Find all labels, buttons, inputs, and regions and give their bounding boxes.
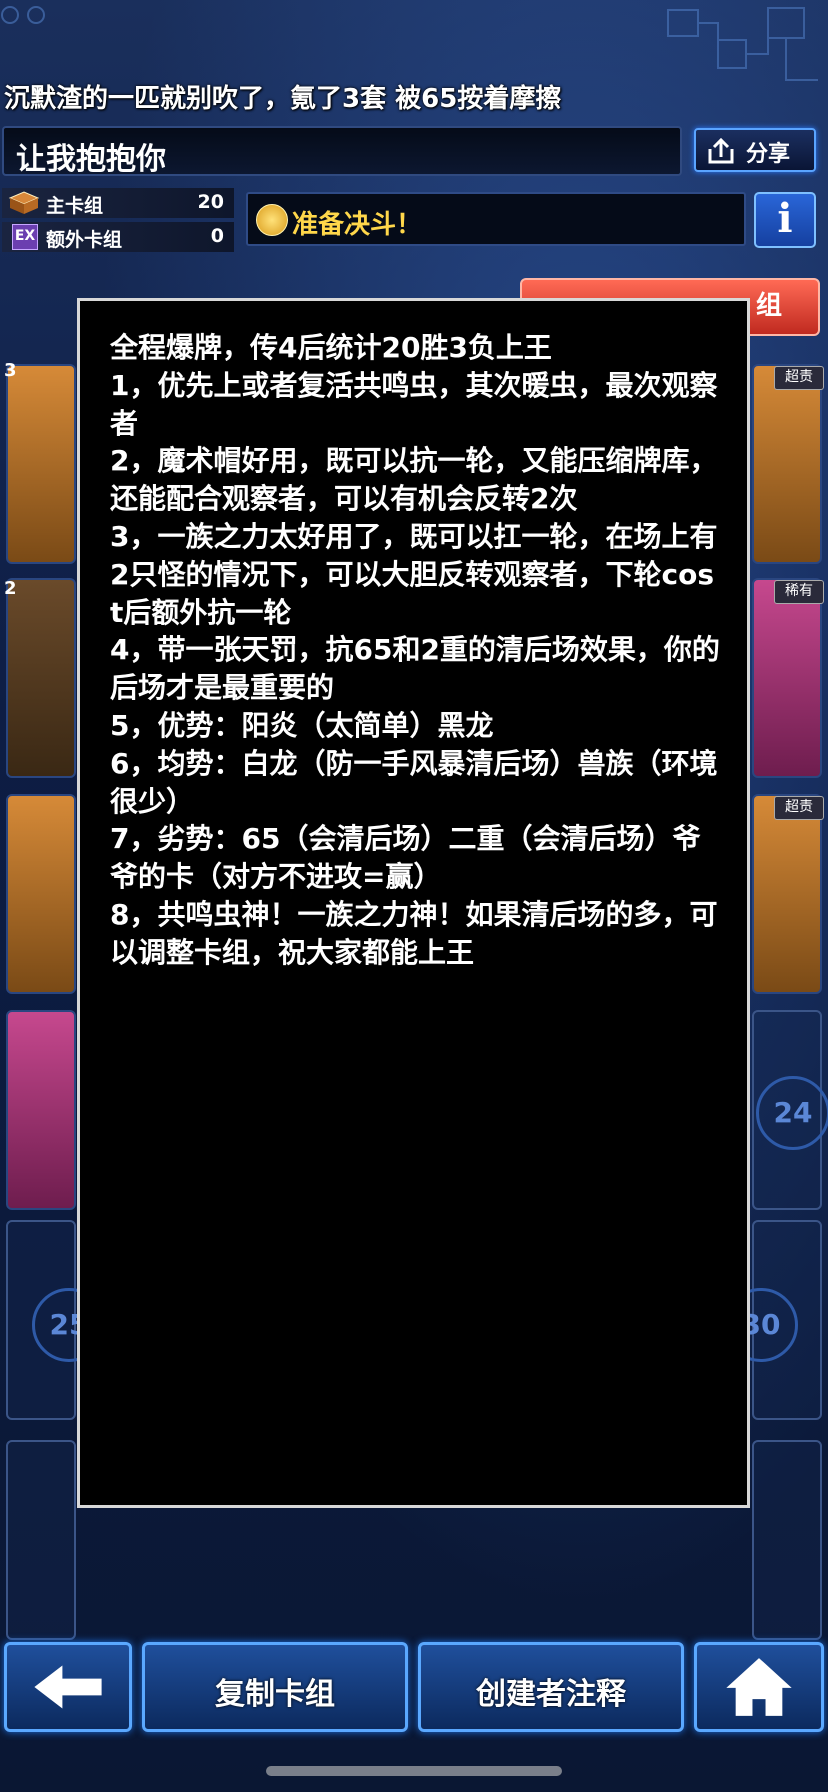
deck-counts-panel: 主卡组 20 EX 额外卡组 0 (2, 188, 234, 254)
card-slot[interactable] (6, 794, 76, 994)
note-line: 8，共鸣虫神！一族之力神！如果清后场的多，可以调整卡组，祝大家都能上王 (110, 897, 718, 969)
note-line: 全程爆牌，传4后统计20胜3负上王 (110, 331, 552, 364)
level-star-badge: 3 (4, 360, 17, 381)
note-line: 4，带一张天罚，抗65和2重的清后场效果，你的后场才是最重要的 (110, 633, 720, 705)
duel-star-icon (256, 204, 288, 236)
note-line: 1，优先上或者复活共鸣虫，其次暖虫，最次观察者 (110, 368, 718, 440)
creator-notes-label: 创建者注释 (476, 1677, 626, 1712)
card-slot[interactable] (6, 1010, 76, 1210)
empty-card-slot[interactable] (6, 1440, 76, 1640)
back-arrow-icon (34, 1665, 102, 1709)
share-label: 分享 (746, 142, 791, 167)
card-slot[interactable] (752, 794, 822, 994)
extra-deck-icon: EX (12, 224, 38, 250)
main-deck-count: 20 (197, 191, 224, 213)
ready-duel-label: 准备决斗！ (292, 210, 423, 240)
home-button[interactable] (694, 1642, 824, 1732)
copy-deck-button[interactable]: 复制卡组 (142, 1642, 408, 1732)
deck-title: 让我抱抱你 (16, 142, 166, 177)
empty-card-slot[interactable] (752, 1440, 822, 1640)
main-deck-row: 主卡组 20 (2, 188, 234, 218)
main-deck-icon (8, 191, 40, 214)
level-star-badge: 2 (4, 578, 17, 599)
deck-title-bar: 让我抱抱你 (2, 126, 682, 177)
rarity-tag: 超责 (774, 366, 824, 390)
card-slot[interactable] (6, 364, 76, 564)
creator-note-text: 全程爆牌，传4后统计20胜3负上王 1，优先上或者复活共鸣虫，其次暖虫，最次观察… (110, 329, 720, 972)
circuit-decoration (667, 7, 818, 81)
back-button[interactable] (4, 1642, 132, 1732)
deck-subtitle: 沉默渣的一匹就别吹了，氪了3套 被65按着摩擦 (4, 84, 562, 114)
rarity-tag: 稀有 (774, 580, 824, 604)
note-line: 6，均势：白龙（防一手风暴清后场）兽族（环境很少） (110, 746, 718, 818)
ready-duel-bar[interactable]: 准备决斗！ (246, 192, 746, 246)
creator-note-dialog: 全程爆牌，传4后统计20胜3负上王 1，优先上或者复活共鸣虫，其次暖虫，最次观察… (77, 298, 750, 1508)
note-line: 2，魔术帽好用，既可以抗一轮，又能压缩牌库，还能配合观察者，可以有机会反转2次 (110, 444, 718, 516)
corner-decoration (1, 6, 45, 24)
share-icon (708, 137, 734, 164)
extra-deck-label: 额外卡组 (46, 229, 123, 251)
main-deck-label: 主卡组 (46, 195, 104, 217)
share-button[interactable]: 分享 (694, 128, 816, 172)
info-button[interactable]: i (754, 192, 816, 248)
card-slot[interactable] (752, 578, 822, 778)
card-slot[interactable] (752, 364, 822, 564)
extra-deck-row: EX 额外卡组 0 (2, 222, 234, 252)
extra-deck-count: 0 (210, 225, 224, 247)
rarity-tag: 超责 (774, 796, 824, 820)
home-indicator[interactable] (266, 1766, 562, 1776)
note-line: 7，劣势：65（会清后场）二重（会清后场）爷爷的卡（对方不进攻=赢） (110, 822, 701, 894)
card-slot[interactable] (6, 578, 76, 778)
slot-number: 24 (756, 1076, 828, 1150)
home-icon (726, 1658, 792, 1716)
note-line: 3，一族之力太好用了，既可以扛一轮，在场上有2只怪的情况下，可以大胆反转观察者，… (110, 519, 718, 629)
note-line: 5，优势：阳炎（太简单）黑龙 (110, 708, 494, 742)
copy-deck-label: 复制卡组 (215, 1677, 335, 1712)
creator-notes-button[interactable]: 创建者注释 (418, 1642, 684, 1732)
